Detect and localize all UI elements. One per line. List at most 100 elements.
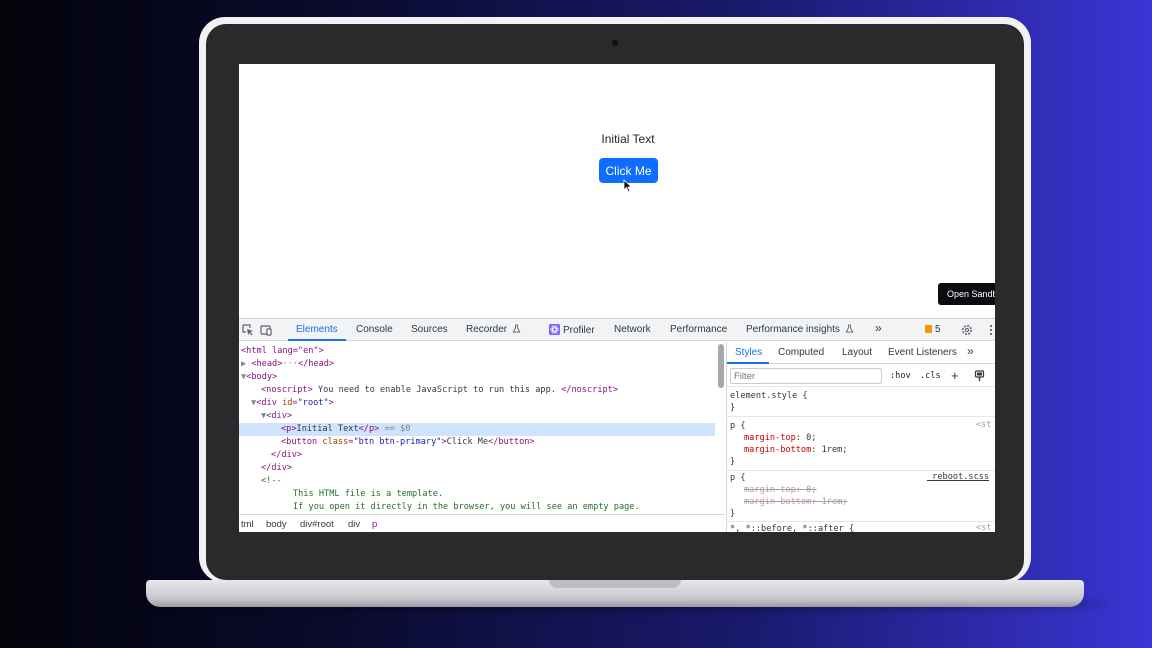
tab-sources[interactable]: Sources — [411, 324, 448, 335]
dom-node-root-div[interactable]: ▼<div id="root"> — [251, 397, 334, 410]
tag-close: > — [328, 398, 334, 408]
tab-performance-insights-label: Performance insights — [746, 324, 840, 335]
tab-network[interactable]: Network — [614, 324, 651, 335]
dom-node-body[interactable]: ▼<body> — [241, 371, 277, 384]
expand-arrow-icon[interactable]: ▶ — [241, 359, 251, 369]
active-tab-indicator — [727, 362, 769, 364]
css-value: : 1rem; — [811, 445, 848, 455]
p-close-tag: </p> — [358, 424, 380, 434]
element-style-selector[interactable]: element.style { — [730, 390, 808, 402]
breadcrumb-div[interactable]: div — [348, 519, 360, 530]
css-declaration[interactable]: margin-bottom: 1rem; — [744, 444, 847, 456]
noscript-close-tag: </noscript> — [561, 385, 619, 395]
tab-layout[interactable]: Layout — [842, 347, 872, 358]
p-tag: <p> — [281, 424, 297, 434]
tab-styles[interactable]: Styles — [735, 347, 762, 358]
dom-node-p-selected[interactable]: <p>Initial Text</p> == $0 — [239, 423, 715, 436]
tab-recorder-label: Recorder — [466, 324, 508, 335]
computed-styles-toggle-icon[interactable] — [974, 370, 986, 382]
body-tag: <body> — [246, 372, 278, 382]
gear-icon[interactable] — [960, 323, 974, 337]
inspect-element-icon[interactable] — [241, 323, 255, 337]
breadcrumb-div-root[interactable]: div#root — [300, 519, 334, 530]
comment-line: This HTML file is a template. — [293, 488, 443, 501]
css-value: : 0; — [795, 433, 817, 443]
dom-node-noscript[interactable]: <noscript> You need to enable JavaScript… — [261, 384, 618, 397]
head-close-tag: </head> — [297, 359, 335, 369]
rule-source-link[interactable]: _reboot.scss — [927, 472, 989, 482]
tab-performance[interactable]: Performance — [670, 324, 727, 335]
rule-divider — [727, 470, 995, 471]
new-style-rule-button[interactable]: + — [951, 368, 959, 383]
comment-line: If you open it directly in the browser, … — [293, 501, 640, 512]
react-icon — [549, 324, 560, 335]
close-brace: } — [730, 457, 736, 467]
tab-recorder[interactable]: Recorder — [466, 324, 521, 335]
p-text: Initial Text — [296, 424, 359, 434]
rule-selector[interactable]: *, *::before, *::after { — [730, 523, 854, 532]
button-text: Click Me — [446, 437, 489, 447]
devtools-tabbar: Elements Console Sources Recorder Profil… — [239, 319, 995, 341]
page-paragraph: Initial Text — [601, 132, 655, 146]
breadcrumb-html[interactable]: tml — [241, 519, 254, 530]
issues-count: 5 — [935, 324, 941, 335]
styles-filter-input[interactable] — [730, 368, 882, 384]
css-value: : 1rem; — [811, 497, 848, 507]
css-declaration-overridden[interactable]: margin-bottom: 1rem; — [744, 496, 847, 508]
collapsed-ellipsis[interactable]: ··· — [282, 359, 298, 369]
css-value: : 0; — [795, 485, 817, 495]
div-tag: <div — [256, 398, 283, 408]
styles-tabbar: Styles Computed Layout Event Listeners » — [727, 342, 995, 364]
css-property: margin-top — [744, 485, 796, 495]
laptop-base-notch — [549, 580, 681, 588]
tab-performance-insights[interactable]: Performance insights — [746, 324, 854, 335]
tab-profiler[interactable]: Profiler — [549, 324, 595, 336]
close-brace: } — [730, 403, 736, 413]
breadcrumb-body[interactable]: body — [266, 519, 287, 530]
more-tabs-chevron-icon[interactable]: » — [967, 344, 974, 358]
hov-toggle-button[interactable]: :hov — [890, 371, 911, 381]
selected-node-marker: == $0 — [379, 424, 411, 434]
dom-node-comment[interactable]: <!-- — [261, 475, 282, 488]
tab-elements[interactable]: Elements — [296, 324, 338, 335]
kebab-menu-icon[interactable] — [984, 323, 995, 337]
div-close-tag: </div> — [261, 463, 293, 473]
noscript-text: You need to enable JavaScript to run thi… — [312, 385, 562, 395]
dom-node-div-close[interactable]: </div> — [271, 449, 302, 462]
css-rules: element.style { } p { <st margin-top: 0;… — [727, 388, 995, 532]
div-close-tag: </div> — [271, 450, 303, 460]
rule-source-link[interactable]: <st — [976, 523, 992, 532]
dom-node-html[interactable]: <html lang="en"> — [241, 345, 324, 358]
dom-node-inner-div[interactable]: ▼<div> — [261, 410, 292, 423]
rule-selector[interactable]: p { — [730, 420, 746, 432]
dom-node-button[interactable]: <button class="btn btn-primary">Click Me… — [281, 436, 535, 449]
rule-source-link[interactable]: <st — [976, 420, 992, 430]
styles-filter-row: :hov .cls + — [727, 365, 995, 387]
rule-selector[interactable]: p { — [730, 472, 746, 484]
attr-name: id — [282, 398, 293, 408]
tab-computed[interactable]: Computed — [778, 347, 824, 358]
button-close-tag: </button> — [488, 437, 535, 447]
elements-tree: <html lang="en"> ▶ <head>···</head> ▼<bo… — [239, 342, 719, 512]
attr-value: "root" — [297, 398, 329, 408]
tab-console[interactable]: Console — [356, 324, 393, 335]
device-toolbar-icon[interactable] — [259, 323, 273, 337]
issues-counter[interactable]: 5 — [925, 324, 941, 335]
comment-text: This HTML file is a template. — [293, 489, 444, 499]
more-tabs-chevron-icon[interactable]: » — [875, 321, 882, 335]
dom-node-div-close[interactable]: </div> — [261, 462, 292, 475]
tab-event-listeners[interactable]: Event Listeners — [888, 347, 957, 358]
html-tag: <html lang="en"> — [241, 346, 324, 356]
button-tag: <button — [281, 437, 323, 447]
rule-divider — [727, 521, 995, 522]
css-declaration[interactable]: margin-top: 0; — [744, 432, 816, 444]
cls-toggle-button[interactable]: .cls — [920, 371, 941, 381]
close-brace: } — [730, 509, 736, 519]
breadcrumb-p[interactable]: p — [372, 519, 377, 530]
styles-sidebar: Styles Computed Layout Event Listeners »… — [726, 342, 995, 532]
breadcrumb: tml body div#root div p — [239, 514, 725, 532]
css-declaration-overridden[interactable]: margin-top: 0; — [744, 484, 816, 496]
elements-scrollbar[interactable] — [718, 344, 724, 388]
open-sandbox-button[interactable]: Open Sandbox — [938, 283, 995, 305]
dom-node-head[interactable]: ▶ <head>···</head> — [241, 358, 334, 371]
